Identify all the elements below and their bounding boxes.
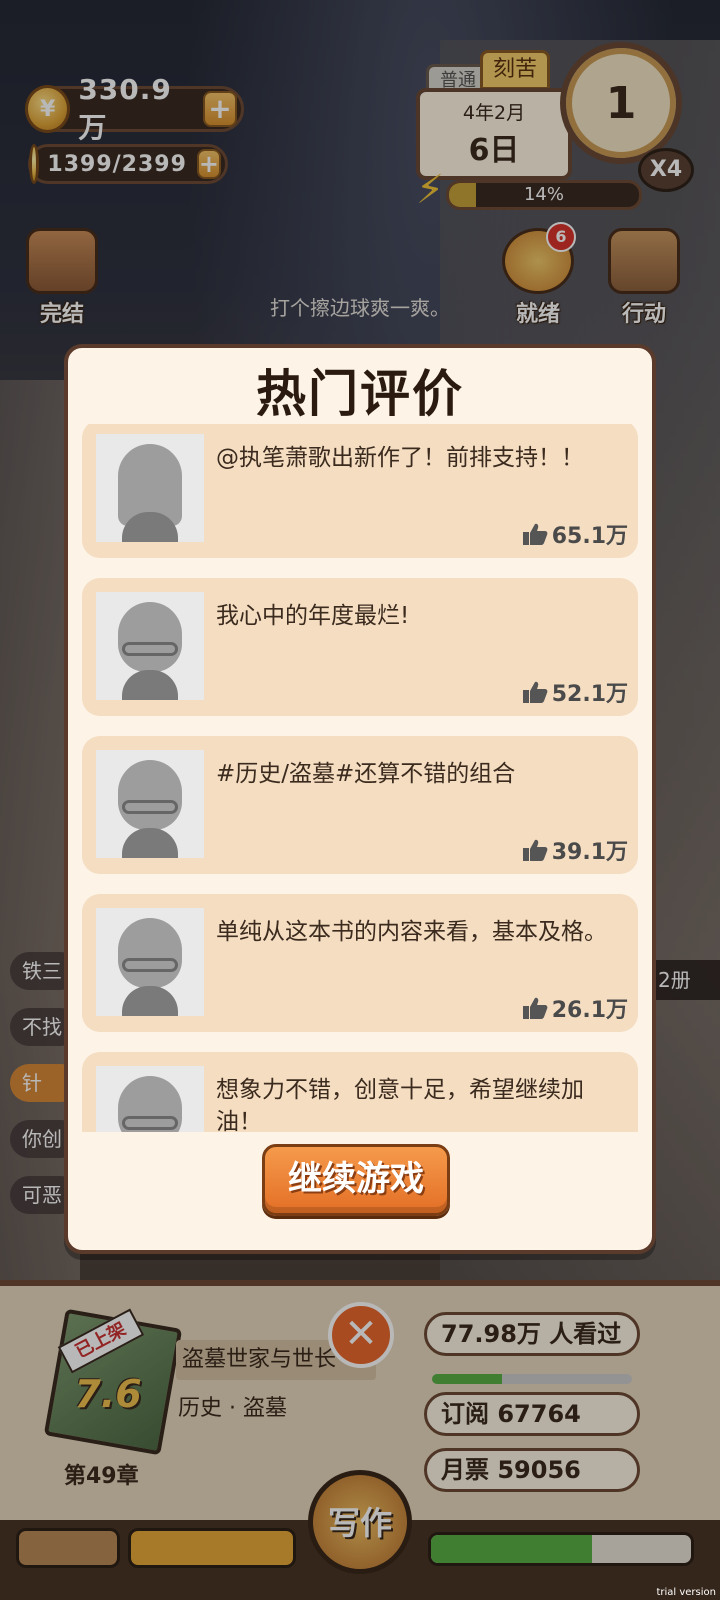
avatar <box>96 908 204 1016</box>
review-card: 单纯从这本书的内容来看，基本及格。 26.1万 <box>82 894 638 1032</box>
avatar <box>96 434 204 542</box>
like-value: 39.1万 <box>551 840 628 865</box>
thumbs-up-icon <box>522 681 548 703</box>
watermark: trial version <box>656 1587 716 1598</box>
hot-reviews-modal: 热门评价 @执笔萧歌出新作了！前排支持！！ 65.1万我心中的年度最烂! 52.1万… <box>64 344 656 1254</box>
avatar <box>96 592 204 700</box>
thumbs-up-icon <box>522 523 548 545</box>
like-count[interactable]: 39.1万 <box>522 834 628 866</box>
modal-title: 热门评价 <box>256 365 464 423</box>
review-text: 想象力不错，创意十足，希望继续加油！ <box>216 1077 584 1132</box>
like-count[interactable]: 26.1万 <box>522 992 628 1024</box>
review-text: @执笔萧歌出新作了！前排支持！！ <box>216 445 584 471</box>
like-value: 65.1万 <box>551 524 628 549</box>
like-count[interactable]: 65.1万 <box>522 518 628 550</box>
like-count[interactable]: 52.1万 <box>522 676 628 708</box>
review-card: 想象力不错，创意十足，希望继续加油！ <box>82 1052 638 1132</box>
avatar <box>96 750 204 858</box>
review-card: @执笔萧歌出新作了！前排支持！！ 65.1万 <box>82 424 638 558</box>
review-text: 我心中的年度最烂! <box>216 603 410 629</box>
review-card: #历史/盗墓#还算不错的组合 39.1万 <box>82 736 638 874</box>
avatar <box>96 1066 204 1132</box>
thumbs-up-icon <box>522 839 548 861</box>
review-list[interactable]: @执笔萧歌出新作了！前排支持！！ 65.1万我心中的年度最烂! 52.1万 #历史/盗… <box>82 424 638 1132</box>
like-value: 52.1万 <box>551 682 628 707</box>
review-text: 单纯从这本书的内容来看，基本及格。 <box>216 919 607 945</box>
review-card: 我心中的年度最烂! 52.1万 <box>82 578 638 716</box>
continue-game-button[interactable]: 继续游戏 <box>262 1144 450 1216</box>
review-text: #历史/盗墓#还算不错的组合 <box>216 761 516 787</box>
thumbs-up-icon <box>522 997 548 1019</box>
like-value: 26.1万 <box>551 998 628 1023</box>
